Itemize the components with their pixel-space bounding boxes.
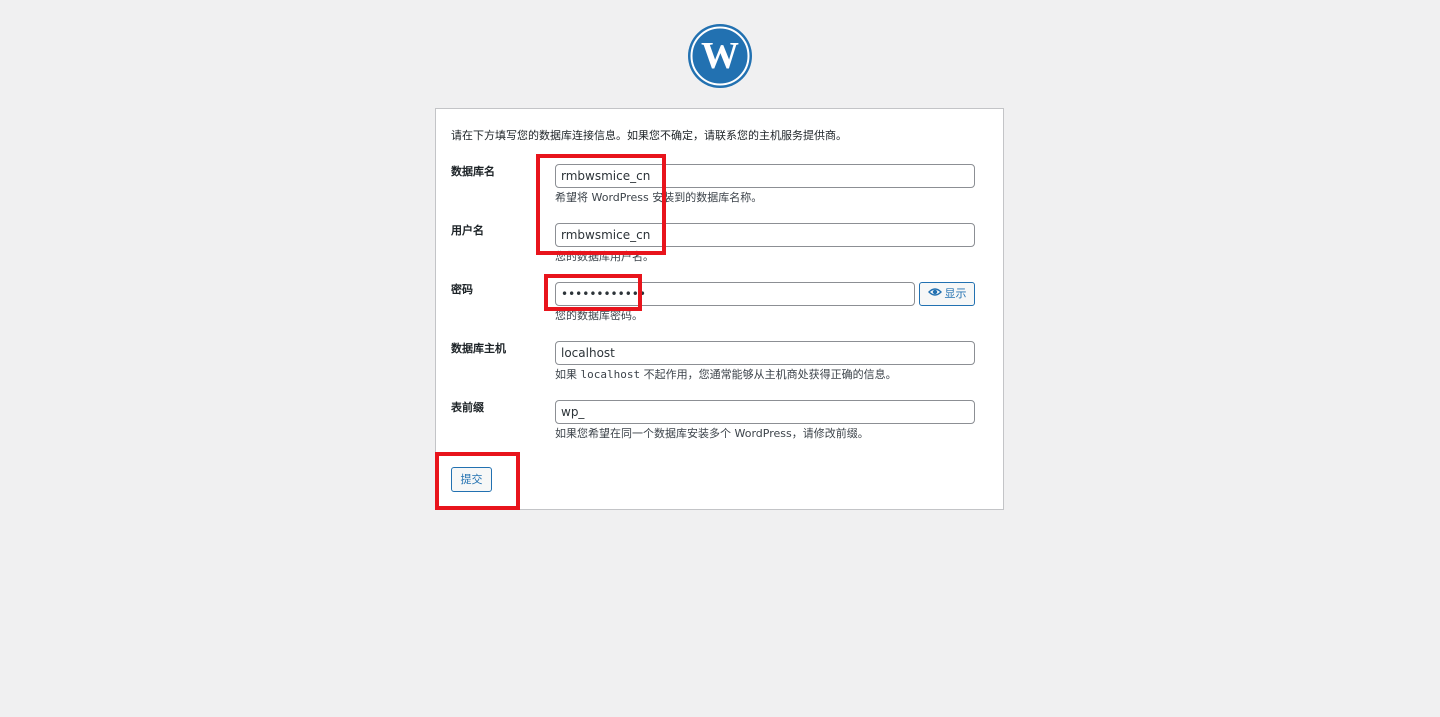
password-label: 密码 [451, 283, 473, 296]
password-input[interactable]: •••••••••••• [555, 282, 915, 306]
password-description: 您的数据库密码。 [555, 309, 643, 322]
dbhost-description: 如果 localhost 不起作用，您通常能够从主机商处获得正确的信息。 [555, 368, 897, 381]
dbname-description: 希望将 WordPress 安装到的数据库名称。 [555, 191, 763, 204]
username-label: 用户名 [451, 224, 484, 237]
prefix-input[interactable]: wp_ [555, 400, 975, 424]
eye-icon [927, 283, 942, 305]
localhost-code: localhost [580, 368, 641, 381]
prefix-description: 如果您希望在同一个数据库安装多个 WordPress，请修改前缀。 [555, 427, 869, 440]
dbname-input[interactable]: rmbwsmice_cn [555, 164, 975, 188]
submit-button[interactable]: 提交 [451, 467, 492, 492]
intro-text: 请在下方填写您的数据库连接信息。如果您不确定，请联系您的主机服务提供商。 [451, 129, 847, 142]
setup-config-form: 请在下方填写您的数据库连接信息。如果您不确定，请联系您的主机服务提供商。 数据库… [435, 108, 1004, 510]
dbhost-label: 数据库主机 [451, 342, 506, 355]
svg-text:W: W [701, 35, 739, 77]
dbname-label: 数据库名 [451, 165, 495, 178]
show-password-button[interactable]: 显示 [919, 282, 975, 306]
username-description: 您的数据库用户名。 [555, 250, 654, 263]
dbhost-input[interactable]: localhost [555, 341, 975, 365]
username-input[interactable]: rmbwsmice_cn [555, 223, 975, 247]
prefix-label: 表前缀 [451, 401, 484, 414]
show-password-label: 显示 [944, 287, 967, 300]
wordpress-logo-icon[interactable]: W [687, 23, 753, 89]
